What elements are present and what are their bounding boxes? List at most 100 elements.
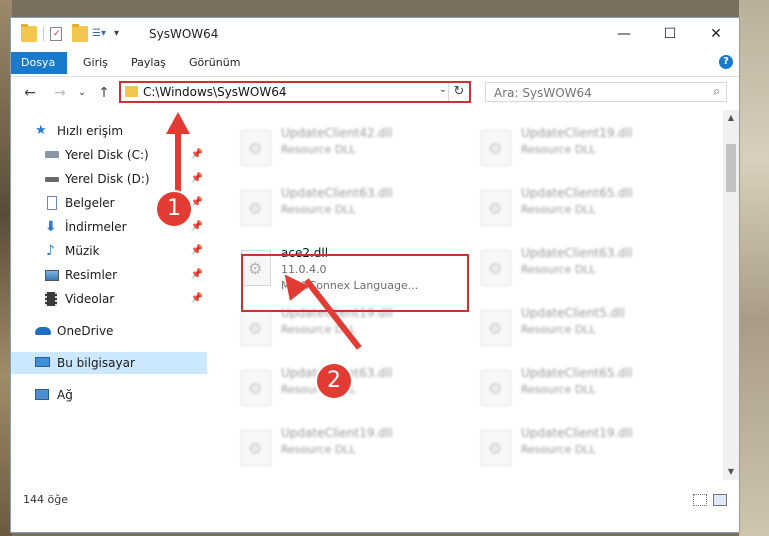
file-type: Resource DLL — [281, 443, 356, 456]
sidebar-item-music[interactable]: ♪ Müzik 📌 — [11, 240, 207, 262]
dll-file-icon — [241, 310, 271, 346]
step-badge-2: 2 — [315, 362, 353, 400]
file-item[interactable]: UpdateClient65.dll Resource DLL — [473, 184, 693, 236]
window-title: SysWOW64 — [149, 27, 219, 41]
step-badge-1: 1 — [155, 190, 193, 228]
address-path[interactable]: C:\Windows\SysWOW64 — [143, 85, 287, 99]
properties-icon[interactable]: ✓ — [50, 27, 62, 41]
pin-icon[interactable]: 📌 — [191, 288, 203, 310]
pin-icon[interactable]: 📌 — [191, 240, 203, 262]
minimize-button[interactable]: — — [601, 18, 647, 50]
sidebar-item-label: Yerel Disk (D:) — [65, 172, 150, 186]
file-item[interactable]: UpdateClient63.dll Resource DLL — [473, 244, 693, 296]
address-bar[interactable]: C:\Windows\SysWOW64 ⌄ ↻ — [119, 81, 471, 103]
file-item[interactable]: UpdateClient63.dll Resource DLL — [233, 184, 453, 236]
tab-view[interactable]: Görünüm — [179, 52, 250, 74]
chevron-down-icon[interactable]: ⌄ — [439, 84, 447, 95]
dll-file-icon — [241, 190, 271, 226]
file-item[interactable]: UpdateClient19.dll Resource DLL — [473, 124, 693, 176]
arrow-1-head — [166, 112, 190, 134]
quick-access-toolbar: ✓ ☰▾ ▾ — [21, 24, 134, 42]
file-explorer-window: ✓ ☰▾ ▾ SysWOW64 — ☐ ✕ Dosya Giriş Paylaş… — [10, 17, 740, 533]
file-name: UpdateClient42.dll — [281, 126, 393, 140]
scroll-up-arrow[interactable]: ▲ — [723, 110, 739, 126]
folder-icon — [125, 86, 138, 97]
search-icon[interactable]: ⌕ — [713, 84, 720, 99]
folder-icon — [21, 24, 37, 42]
computer-icon — [35, 357, 50, 367]
file-item[interactable]: UpdateClient42.dll Resource DLL — [233, 124, 453, 176]
desktop-background-right — [739, 0, 769, 536]
dll-file-icon — [481, 370, 511, 406]
sidebar-item-videos[interactable]: Videolar 📌 — [11, 288, 207, 310]
star-icon: ★ — [35, 123, 47, 138]
drive-icon — [45, 151, 59, 158]
dll-file-icon — [241, 370, 271, 406]
file-type: Resource DLL — [521, 323, 596, 336]
details-view-icon[interactable] — [693, 494, 707, 506]
file-type: Resource DLL — [521, 143, 596, 156]
toolbar-dropdown-icon[interactable]: ▾ — [114, 26, 130, 42]
item-count: 144 öğe — [23, 493, 68, 506]
tab-home[interactable]: Giriş — [73, 52, 118, 74]
file-item[interactable]: UpdateClient19.dll Resource DLL — [233, 424, 453, 476]
file-item[interactable]: UpdateClient65.dll Resource DLL — [473, 364, 693, 416]
customize-toolbar-icon[interactable]: ☰▾ — [92, 26, 110, 42]
sidebar-item-label: Resimler — [65, 268, 118, 282]
search-input[interactable] — [492, 84, 696, 102]
download-icon: ⬇ — [45, 219, 57, 235]
toolbar-separator — [43, 27, 44, 41]
pin-icon[interactable]: 📌 — [191, 144, 203, 166]
tab-file[interactable]: Dosya — [11, 52, 67, 74]
tab-share[interactable]: Paylaş — [121, 52, 176, 74]
document-icon — [47, 196, 57, 210]
file-item[interactable]: UpdateClient5.dll Resource DLL — [473, 304, 693, 356]
file-name: UpdateClient65.dll — [521, 186, 633, 200]
sidebar-item-label: Bu bilgisayar — [57, 356, 135, 370]
sidebar-item-network[interactable]: Ağ — [11, 384, 207, 406]
sidebar-item-label: OneDrive — [57, 324, 114, 338]
file-type: Resource DLL — [521, 443, 596, 456]
file-type: Resource DLL — [281, 143, 356, 156]
file-name: UpdateClient65.dll — [521, 366, 633, 380]
dll-file-icon — [481, 310, 511, 346]
file-name: UpdateClient63.dll — [521, 246, 633, 260]
file-name: UpdateClient63.dll — [281, 186, 393, 200]
pin-icon[interactable]: 📌 — [191, 168, 203, 190]
sidebar-item-this-pc[interactable]: Bu bilgisayar — [11, 352, 207, 374]
pin-icon[interactable]: 📌 — [191, 264, 203, 286]
arrow-1-shaft — [175, 130, 181, 196]
status-bar: 144 öğe — [11, 490, 739, 514]
vertical-scrollbar[interactable]: ▲ ▼ — [723, 110, 739, 480]
refresh-button[interactable]: ↻ — [448, 83, 469, 101]
sidebar-item-label: Hızlı erişim — [57, 124, 124, 138]
scroll-down-arrow[interactable]: ▼ — [723, 464, 739, 480]
search-box[interactable]: ⌕ — [485, 82, 727, 102]
navigation-bar: ← → ⌄ ↑ C:\Windows\SysWOW64 ⌄ ↻ ⌕ — [11, 77, 739, 109]
dll-file-icon — [481, 130, 511, 166]
video-icon — [45, 292, 57, 306]
maximize-button[interactable]: ☐ — [647, 18, 693, 50]
drive-icon — [45, 177, 59, 182]
title-bar: ✓ ☰▾ ▾ SysWOW64 — ☐ ✕ — [11, 18, 739, 50]
sidebar-item-label: Videolar — [65, 292, 115, 306]
sidebar-item-label: Ağ — [57, 388, 73, 402]
help-icon[interactable]: ? — [719, 55, 733, 69]
cloud-icon — [35, 327, 51, 335]
file-type: Resource DLL — [521, 203, 596, 216]
file-item[interactable]: UpdateClient19.dll Resource DLL — [473, 424, 693, 476]
scrollbar-thumb[interactable] — [726, 144, 736, 192]
up-button[interactable]: ↑ — [95, 83, 113, 103]
sidebar-item-label: Müzik — [65, 244, 100, 258]
forward-button[interactable]: → — [51, 83, 69, 103]
network-icon — [35, 389, 49, 400]
recent-locations-button[interactable]: ⌄ — [73, 83, 91, 103]
new-folder-icon[interactable] — [72, 24, 88, 42]
file-type: Resource DLL — [281, 203, 356, 216]
sidebar-item-onedrive[interactable]: OneDrive — [11, 320, 207, 342]
tiles-view-icon[interactable] — [713, 494, 727, 506]
sidebar-item-pictures[interactable]: Resimler 📌 — [11, 264, 207, 286]
close-button[interactable]: ✕ — [693, 18, 739, 50]
back-button[interactable]: ← — [21, 83, 39, 103]
pin-icon[interactable]: 📌 — [191, 216, 203, 238]
